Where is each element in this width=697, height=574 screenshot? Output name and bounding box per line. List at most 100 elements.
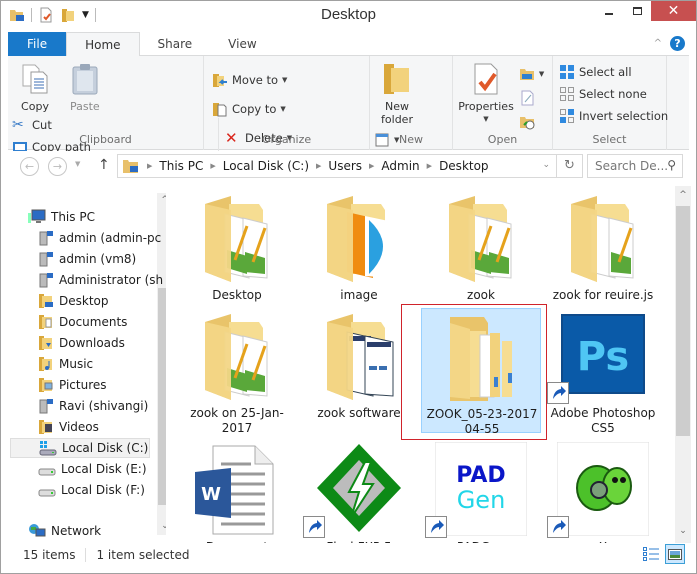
file-item[interactable]: X	[543, 441, 663, 543]
file-item[interactable]: zook	[421, 190, 541, 308]
navpane-item[interactable]: admin (admin-pc	[38, 228, 161, 248]
breadcrumb-separator-icon[interactable]: ▶	[316, 162, 321, 170]
select-all-button[interactable]: Select all	[559, 62, 668, 81]
content-scrollbar[interactable]: ^ ⌄	[675, 186, 691, 543]
maximize-button[interactable]	[623, 1, 651, 21]
navpane-item[interactable]: Desktop	[38, 291, 109, 311]
forward-button[interactable]: →	[48, 157, 67, 176]
file-item[interactable]: PADGenPADGen	[421, 441, 541, 543]
details-view-button[interactable]	[641, 544, 661, 564]
collapse-ribbon-icon[interactable]: ^	[654, 38, 662, 49]
breadcrumb-separator-icon[interactable]: ▶	[369, 162, 374, 170]
maximize-icon	[632, 7, 642, 15]
navpane-item[interactable]: admin (vm8)	[38, 249, 136, 269]
cut-button[interactable]: ✂ Cut	[12, 115, 114, 134]
copy-to-label: Copy to	[232, 101, 277, 116]
tab-view[interactable]: View	[210, 32, 274, 56]
help-icon[interactable]: ?	[670, 36, 685, 51]
alien-icon	[556, 441, 650, 537]
properties-button[interactable]: Properties ▼	[457, 60, 515, 126]
scroll-down-icon[interactable]: ⌄	[157, 521, 166, 531]
file-item[interactable]: W Document	[177, 442, 297, 543]
tab-share[interactable]: Share	[140, 32, 211, 56]
new-folder-button[interactable]: New folder	[374, 60, 420, 126]
clipboard-group-label: Clipboard	[79, 133, 132, 146]
navpane-item-label: Administrator (sh	[59, 273, 164, 287]
clipboard-group: Copy Paste ✂Cut Copy path Paste shortcut…	[8, 56, 204, 176]
shortcut-arrow-icon	[425, 516, 447, 538]
navpane-item[interactable]: Network	[28, 521, 101, 541]
paste-label: Paste	[69, 100, 100, 113]
scrollbar-thumb[interactable]	[676, 206, 690, 436]
navpane-item[interactable]: Ravi (shivangi)	[38, 396, 148, 416]
file-item[interactable]: ZOOK_05-23-2017 04-55	[421, 308, 541, 436]
navpane-item[interactable]: Documents	[38, 312, 127, 332]
navpane-item[interactable]: Local Disk (E:)	[38, 459, 147, 479]
address-history-dropdown[interactable]: ⌄	[542, 160, 550, 170]
select-group: Select all Select none Invert selection …	[553, 56, 668, 150]
file-item[interactable]: FlashFXP 5	[299, 442, 419, 543]
breadcrumb-separator-icon[interactable]: ▶	[427, 162, 432, 170]
select-group-label: Select	[592, 133, 627, 146]
folder-computer-icon	[123, 160, 138, 173]
file-item[interactable]: Ps Adobe Photoshop CS5	[543, 308, 663, 435]
move-to-button[interactable]: Move to ▼	[212, 70, 287, 89]
close-button[interactable]: ✕	[651, 1, 696, 21]
word-doc-icon: W	[191, 442, 283, 536]
drive-icon	[38, 482, 56, 498]
open-button[interactable]: ▼	[519, 64, 544, 83]
tab-file[interactable]: File	[8, 32, 67, 56]
navpane-item[interactable]: Music	[38, 354, 93, 374]
file-item[interactable]: zook for reuire.js	[543, 190, 663, 308]
copy-to-button[interactable]: Copy to ▼	[212, 99, 287, 118]
navpane-item[interactable]: Videos	[38, 417, 99, 437]
select-none-button[interactable]: Select none	[559, 84, 668, 103]
ribbon: Copy Paste ✂Cut Copy path Paste shortcut…	[8, 56, 689, 176]
back-button[interactable]: ←	[20, 157, 39, 176]
invert-selection-button[interactable]: Invert selection	[559, 106, 668, 125]
breadcrumb-item[interactable]: Users	[328, 159, 362, 173]
refresh-button[interactable]: ↻	[556, 155, 582, 177]
navpane-item[interactable]: Downloads	[38, 333, 125, 353]
navpane-item-label: admin (vm8)	[59, 252, 137, 266]
up-arrow-icon[interactable]: ↑	[98, 157, 110, 173]
folder-plain-icon	[436, 309, 528, 403]
scroll-up-icon[interactable]: ^	[675, 190, 691, 200]
breadcrumb-item[interactable]: Local Disk (C:)	[223, 159, 309, 173]
breadcrumb-separator-icon[interactable]: ▶	[147, 162, 152, 170]
file-item[interactable]: image	[299, 190, 419, 308]
history-button[interactable]	[519, 112, 544, 131]
navpane-item[interactable]: This PC	[28, 207, 95, 227]
copy-button[interactable]: Copy	[12, 60, 58, 113]
search-input[interactable]: Search De... ⚲	[587, 154, 683, 178]
recent-locations-dropdown[interactable]: ▼	[75, 160, 80, 168]
navpane-item[interactable]: Pictures	[38, 375, 107, 395]
large-icons-view-button[interactable]	[665, 544, 685, 564]
scrollbar-thumb[interactable]	[158, 288, 166, 505]
breadcrumb-separator-icon[interactable]: ▶	[210, 162, 215, 170]
navpane-item[interactable]: Local Disk (F:)	[38, 480, 145, 500]
navpane-item[interactable]: Local Disk (C:)	[10, 438, 150, 458]
scroll-down-icon[interactable]: ⌄	[675, 526, 691, 536]
back-arrow-icon: ←	[24, 160, 35, 173]
paste-button[interactable]: Paste	[62, 60, 108, 113]
tab-home[interactable]: Home	[66, 32, 140, 56]
pictures-folder-icon	[38, 377, 54, 393]
navpane-item[interactable]: Administrator (sh	[38, 270, 163, 290]
file-item-label: PADGen	[421, 540, 541, 543]
navpane-item-label: Network	[51, 524, 102, 538]
file-item[interactable]: Desktop	[177, 190, 297, 308]
file-item[interactable]: zook on 25-Jan-2017	[177, 308, 297, 435]
address-bar[interactable]: ▶ This PC ▶ Local Disk (C:) ▶ Users ▶ Admin ▶ Des…	[117, 154, 583, 178]
svg-text:PAD: PAD	[456, 463, 505, 488]
scroll-up-icon[interactable]: ^	[157, 195, 166, 205]
dropdown-caret-icon: ▼	[538, 69, 545, 78]
navpane-item-label: Documents	[59, 315, 128, 329]
navpane-item-label: Desktop	[59, 294, 109, 308]
file-item-label: Adobe Photoshop CS5	[550, 406, 656, 435]
minimize-button[interactable]	[595, 1, 623, 21]
breadcrumb-item[interactable]: This PC	[159, 159, 203, 173]
edit-button[interactable]	[519, 88, 544, 107]
breadcrumb-item[interactable]: Desktop	[439, 159, 489, 173]
breadcrumb-item[interactable]: Admin	[381, 159, 419, 173]
